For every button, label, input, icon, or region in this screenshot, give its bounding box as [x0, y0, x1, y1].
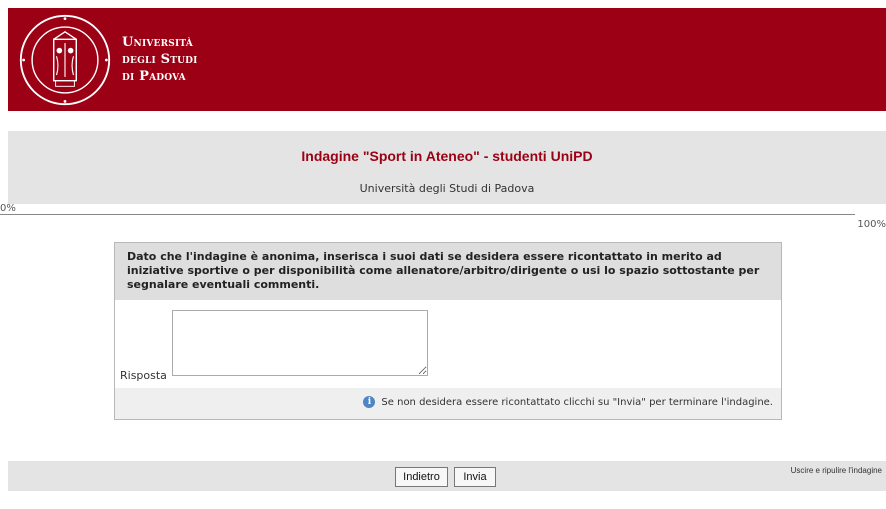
- university-name-line1: Università: [122, 35, 193, 50]
- university-seal-logo: [19, 14, 111, 106]
- university-header: Università degli Studi di Padova: [8, 8, 886, 111]
- university-name-line3: di Padova: [122, 69, 186, 84]
- survey-title-bar: Indagine "Sport in Ateneo" - studenti Un…: [8, 131, 886, 204]
- question-text: Dato che l'indagine è anonima, inserisca…: [115, 243, 781, 300]
- send-button[interactable]: Invia: [454, 467, 496, 487]
- progress-start-label: 0%: [0, 203, 16, 214]
- university-name-line2: degli Studi: [122, 52, 198, 67]
- footer-nav: Indietro Invia Uscire e ripulire l'indag…: [8, 461, 886, 491]
- survey-title: Indagine "Sport in Ateneo" - studenti Un…: [301, 148, 593, 164]
- answer-textarea[interactable]: [172, 310, 428, 376]
- university-name: Università degli Studi di Padova: [122, 34, 198, 85]
- progress-bar: [0, 214, 855, 215]
- progress-end-label: 100%: [857, 219, 886, 230]
- exit-and-clear-link[interactable]: Uscire e ripulire l'indagine: [791, 466, 882, 475]
- back-button[interactable]: Indietro: [395, 467, 448, 487]
- hint-bar: i Se non desidera essere ricontattato cl…: [115, 388, 781, 419]
- survey-subtitle: Università degli Studi di Padova: [359, 182, 535, 195]
- question-box: Dato che l'indagine è anonima, inserisca…: [114, 242, 782, 420]
- survey-page: Università degli Studi di Padova Indagin…: [0, 8, 886, 509]
- hint-text: Se non desidera essere ricontattato clic…: [381, 396, 773, 408]
- info-icon: i: [363, 396, 376, 408]
- answer-label: Risposta: [120, 369, 167, 382]
